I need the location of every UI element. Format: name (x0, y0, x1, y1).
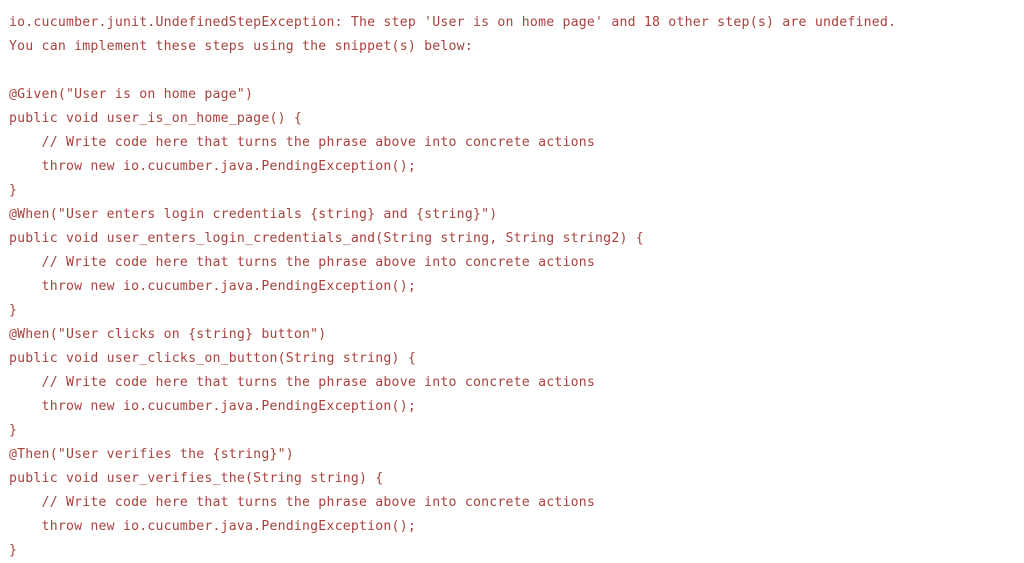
code-line: } (9, 183, 18, 198)
code-line: public void user_verifies_the(String str… (9, 471, 384, 486)
code-line: // Write code here that turns the phrase… (9, 255, 596, 270)
code-line: // Write code here that turns the phrase… (9, 135, 596, 150)
code-line: @Given("User is on home page") (9, 87, 254, 102)
code-line: @When("User clicks on {string} button") (9, 327, 327, 342)
code-line: public void user_is_on_home_page() { (9, 111, 303, 126)
code-line: throw new io.cucumber.java.PendingExcept… (9, 519, 416, 534)
code-line: throw new io.cucumber.java.PendingExcept… (9, 279, 416, 294)
code-line: public void user_enters_login_credential… (9, 231, 644, 246)
console-output-panel: io.cucumber.junit.UndefinedStepException… (0, 0, 1024, 559)
code-line: throw new io.cucumber.java.PendingExcept… (9, 399, 416, 414)
code-line: throw new io.cucumber.java.PendingExcept… (9, 159, 416, 174)
code-line: @Then("User verifies the {string}") (9, 447, 294, 462)
code-line: // Write code here that turns the phrase… (9, 375, 596, 390)
code-line: } (9, 543, 18, 558)
code-line: You can implement these steps using the … (9, 39, 473, 54)
code-line: } (9, 303, 18, 318)
code-line: public void user_clicks_on_button(String… (9, 351, 416, 366)
code-line: @When("User enters login credentials {st… (9, 207, 498, 222)
code-line: io.cucumber.junit.UndefinedStepException… (9, 15, 897, 30)
code-line: } (9, 423, 18, 438)
code-line: // Write code here that turns the phrase… (9, 495, 596, 510)
